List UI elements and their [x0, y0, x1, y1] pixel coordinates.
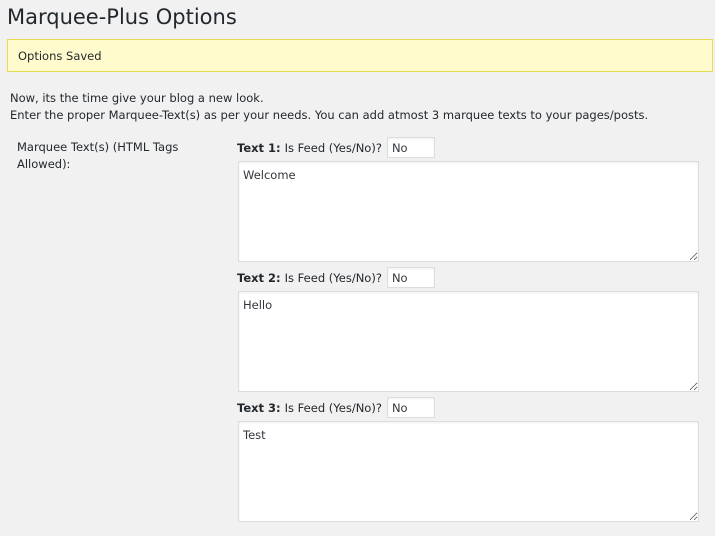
page-title: Marquee-Plus Options	[7, 5, 237, 29]
text-2-textarea[interactable]: Hello	[238, 291, 699, 392]
text-3-header: Text 3: Is Feed (Yes/No)?	[237, 397, 435, 418]
text-2-label: Text 2:	[237, 270, 281, 285]
text-3-feed-prompt: Is Feed (Yes/No)?	[284, 400, 382, 415]
intro-line-1: Now, its the time give your blog a new l…	[10, 91, 264, 105]
text-1-is-feed-input[interactable]	[386, 137, 435, 158]
text-1-textarea[interactable]: Welcome	[238, 161, 699, 262]
text-1-label: Text 1:	[237, 140, 281, 155]
text-2-feed-prompt: Is Feed (Yes/No)?	[284, 270, 382, 285]
marquee-texts-label: Marquee Text(s) (HTML Tags Allowed):	[17, 140, 179, 171]
text-1-header: Text 1: Is Feed (Yes/No)?	[237, 137, 435, 158]
intro-text: Now, its the time give your blog a new l…	[10, 90, 648, 124]
options-saved-notice: Options Saved	[7, 39, 713, 72]
text-3-textarea[interactable]: Test	[238, 421, 699, 522]
notice-text: Options Saved	[18, 49, 102, 63]
text-3-is-feed-input[interactable]	[386, 397, 435, 418]
text-1-feed-prompt: Is Feed (Yes/No)?	[284, 140, 382, 155]
text-2-is-feed-input[interactable]	[386, 267, 435, 288]
intro-line-2: Enter the proper Marquee-Text(s) as per …	[10, 108, 649, 122]
text-2-header: Text 2: Is Feed (Yes/No)?	[237, 267, 435, 288]
text-3-label: Text 3:	[237, 400, 281, 415]
